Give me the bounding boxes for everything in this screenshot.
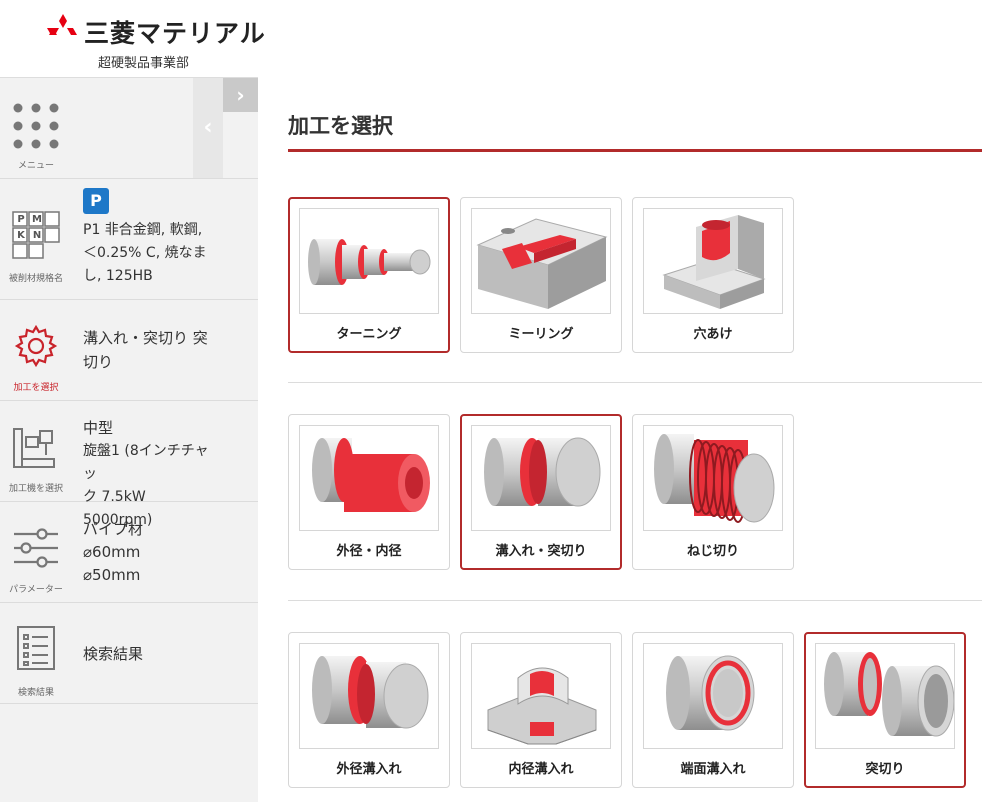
grid-letter-m: M [32,214,42,225]
drilling-icon [643,208,783,314]
parameters-line-3: ⌀50mm [83,566,141,584]
process-caption: 加工を選択 [13,383,59,393]
card-label: 外径溝入れ [336,762,402,777]
parameters-line-1: パイプ材 [83,520,144,538]
sidebar-item-process[interactable]: 加工を選択 溝入れ・突切り 突 切り [0,300,258,401]
division-name: 超硬製品事業部 [98,56,190,71]
sidebar: ‹ › メニュー P M K N 被削材規格名 P P1 非合金鋼, 軟鋼, ＜… [0,77,258,802]
process-description: 溝入れ・突切り 突 切り [83,326,218,374]
card-label: 溝入れ・突切り [495,544,587,559]
card-label: ターニング [336,327,402,342]
card-label: 端面溝入れ [680,762,746,777]
material-group-badge: P [83,188,109,214]
threading-icon [643,425,783,531]
sidebar-item-parameters[interactable]: パラメーター パイプ材 ⌀60mm ⌀50mm [0,502,258,603]
menu-caption: メニュー [17,161,54,171]
card-id-grooving[interactable]: 内径溝入れ [460,632,622,788]
sidebar-item-menu[interactable]: メニュー [0,78,258,179]
results-caption: 検索結果 [17,688,54,698]
sidebar-item-material[interactable]: P M K N 被削材規格名 P P1 非合金鋼, 軟鋼, ＜0.25% C, … [0,179,258,300]
turning-icon [299,208,439,314]
parameters-caption: パラメーター [9,585,63,595]
card-label: 内径溝入れ [508,762,574,777]
machine-line-2: 旋盤1 (8インチチャッ [83,443,209,482]
title-underline [288,149,982,152]
card-od-id[interactable]: 外径・内径 [288,414,450,570]
sidebar-item-results[interactable]: 検索結果 検索結果 [0,603,258,704]
grooving-parting-icon [471,425,611,531]
process-line-1: 溝入れ・突切り 突 [83,329,208,347]
grid-letter-k: K [17,230,25,241]
card-label: 突切り [865,762,905,777]
material-line-3: し, 125HB [83,268,153,284]
material-line-1: P1 非合金鋼, 軟鋼, [83,222,203,238]
row-separator [288,382,982,383]
row-separator [288,600,982,601]
id-grooving-icon [471,643,611,749]
card-label: ミーリング [508,327,574,342]
three-diamonds-logo-icon [47,14,77,35]
machine-line-1: 中型 [83,419,114,437]
brand-logo[interactable]: 三菱マテリアル 超硬製品事業部 [46,12,266,72]
parting-off-icon [815,643,955,749]
process-line-2: 切り [83,353,114,371]
grid-letter-p: P [17,214,25,225]
material-description: P1 非合金鋼, 軟鋼, ＜0.25% C, 焼なま し, 125HB [83,219,218,288]
od-id-icon [299,425,439,531]
card-milling[interactable]: ミーリング [460,197,622,353]
brand-name: 三菱マテリアル [84,19,266,48]
grid-letter-n: N [32,230,42,241]
sidebar-item-machine[interactable]: 加工機を選択 中型 旋盤1 (8インチチャッ ク 7.5kW 5000rpm) [0,401,258,528]
page-title: 加工を選択 [288,114,393,138]
card-drilling[interactable]: 穴あけ [632,197,794,353]
card-grooving-parting[interactable]: 溝入れ・突切り [460,414,622,570]
card-parting-off[interactable]: 突切り [804,632,966,788]
app-root: 三菱マテリアル 超硬製品事業部 ‹ › メニュー P M K N 被削材規格名 … [0,0,982,802]
parameters-line-2: ⌀60mm [83,543,141,561]
material-caption: 被削材規格名 [8,274,63,284]
card-label: 外径・内径 [336,544,402,559]
face-grooving-icon [643,643,783,749]
parameters-description: パイプ材 ⌀60mm ⌀50mm [83,518,218,587]
card-od-grooving[interactable]: 外径溝入れ [288,632,450,788]
results-label: 検索結果 [83,645,144,663]
milling-icon [471,208,611,314]
machine-caption: 加工機を選択 [8,484,63,494]
card-threading[interactable]: ねじ切り [632,414,794,570]
card-label: ねじ切り [686,544,739,559]
card-face-grooving[interactable]: 端面溝入れ [632,632,794,788]
od-grooving-icon [299,643,439,749]
material-line-2: ＜0.25% C, 焼なま [83,245,207,261]
card-label: 穴あけ [693,327,733,342]
card-turning[interactable]: ターニング [288,197,450,353]
